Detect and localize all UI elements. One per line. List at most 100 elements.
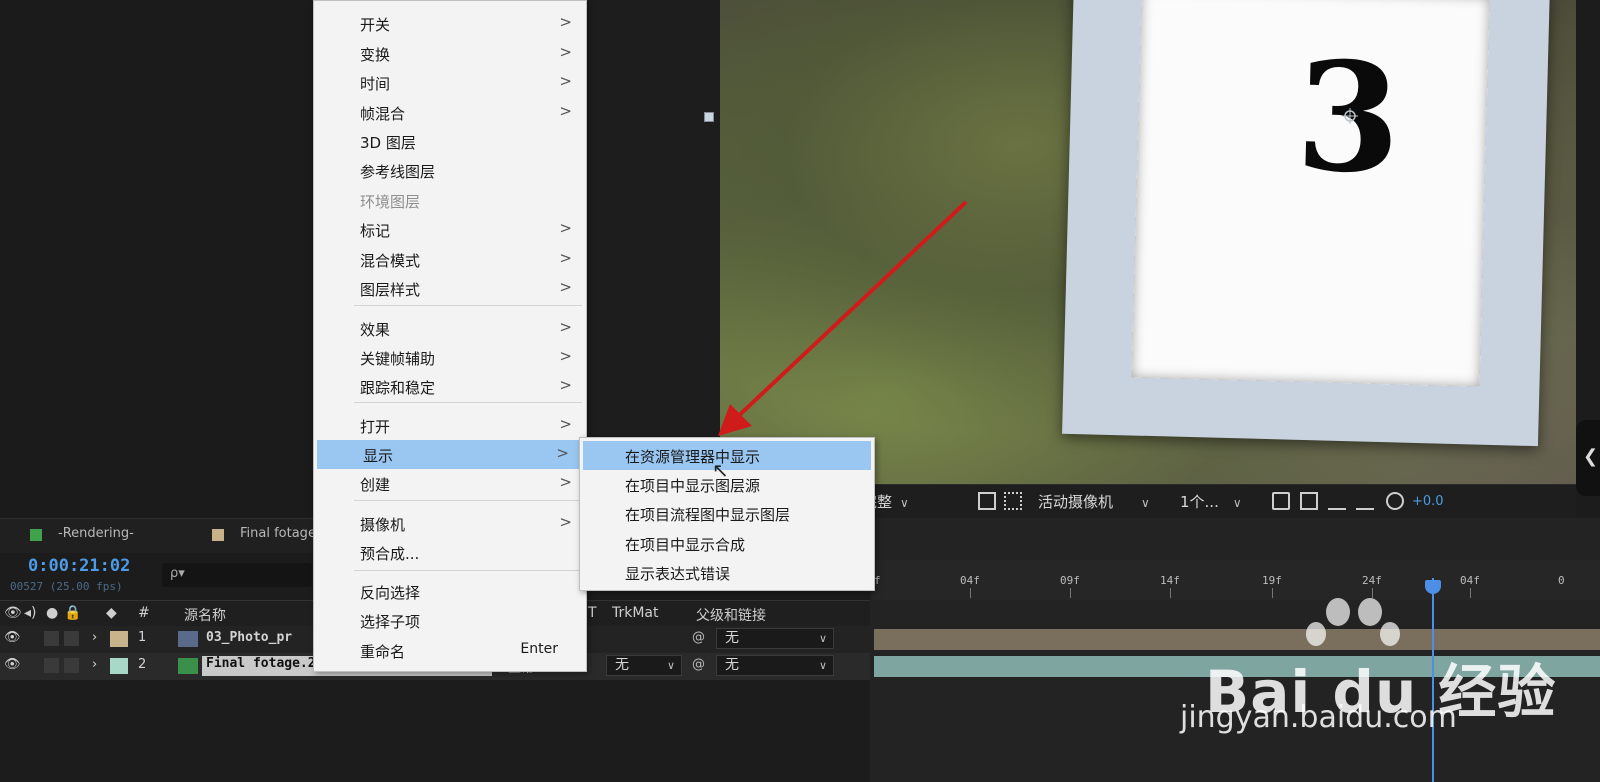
menu-item[interactable]: 3D 图层 [314,127,586,156]
solo-toggle[interactable] [44,631,59,646]
menu-item[interactable]: 跟踪和稳定 > [314,372,586,401]
menu-item[interactable]: 图层样式 > [314,274,586,303]
chevron-down-icon: ∨ [818,659,827,672]
menu-separator [354,570,582,571]
chevron-right-icon: > [559,102,572,120]
exposure-value[interactable]: +0.0 [1412,491,1444,513]
layer-label-color[interactable] [110,658,128,674]
tab-rendering[interactable]: -Rendering- [58,526,134,541]
layer-name[interactable]: 03_Photo_pr [206,630,292,645]
submenu-item-label: 在项目中显示图层源 [625,477,761,495]
annotation-arrow [718,200,968,436]
transform-handle[interactable] [704,112,714,122]
menu-item[interactable]: 帧混合 > [314,98,586,127]
menu-item[interactable]: 参考线图层 [314,156,586,185]
lock-toggle[interactable] [64,631,79,646]
views-select[interactable]: 1个... ∨ [1180,491,1242,513]
parent-column: 父级和链接 [696,608,766,624]
label-column-icon[interactable]: ◆ [106,605,117,621]
submenu-item[interactable]: 在项目流程图中显示图层 [580,499,874,528]
visibility-column-icon[interactable]: 👁 [4,605,22,621]
menu-item[interactable]: 效果 > [314,314,586,343]
search-icon: ρ▾ [170,566,185,581]
eye-icon[interactable]: 👁 [4,630,21,645]
menu-item[interactable]: 时间 > [314,68,586,97]
menu-item[interactable]: 关键帧辅助 > [314,343,586,372]
lock-toggle[interactable] [64,658,79,673]
chevron-right-icon: > [559,219,572,237]
image-layer-icon [178,631,198,647]
submenu-item-label: 在项目流程图中显示图层 [625,506,791,524]
transparency-grid-icon[interactable] [1004,492,1022,510]
chevron-down-icon: ∨ [900,496,909,510]
reset-exposure-icon[interactable] [1386,492,1404,510]
timeline-icon[interactable] [1328,492,1346,510]
region-of-interest-icon[interactable] [978,492,996,510]
chevron-right-icon: > [559,347,572,365]
menu-item[interactable]: 打开 > [314,411,586,440]
menu-item-label: 3D 图层 [360,134,416,152]
fast-previews-icon[interactable] [1300,492,1318,510]
trkmat-select[interactable]: 无 ∨ [606,655,682,676]
menu-item-label: 混合模式 [360,252,421,270]
panel-collapse-button[interactable]: ❮ [1576,420,1600,496]
menu-item[interactable]: 摄像机 > [314,509,586,538]
viewer-toolbar: 完整 ∨ 活动摄像机 ∨ 1个... ∨ +0.0 [860,484,1576,519]
chevron-right-icon: > [559,318,572,336]
context-menu: 开关 > 变换 > 时间 > 帧混合 >3D 图层 参考线图层 环境图层 标记 > 混合模式 > 图层样式 >… [313,0,587,672]
composition-layer-icon [178,658,198,674]
chevron-right-icon: > [556,444,569,462]
source-name-column[interactable]: 源名称 [184,605,226,625]
submenu-item[interactable]: 在项目中显示合成 [580,529,874,558]
flowchart-icon[interactable] [1356,492,1374,510]
menu-item-label: 打开 [360,418,391,436]
expand-chevron-icon[interactable]: › [92,657,97,672]
menu-item[interactable]: 创建 > [314,469,586,498]
menu-item[interactable]: 反向选择 [314,577,586,606]
chevron-down-icon: ∨ [818,632,827,645]
chevron-down-icon: ∨ [666,659,675,672]
number-column: # [138,605,150,621]
menu-item[interactable]: 标记 > [314,215,586,244]
expand-chevron-icon[interactable]: › [92,630,97,645]
parent-select[interactable]: 无 ∨ [716,628,834,649]
chevron-right-icon: > [559,72,572,90]
menu-item-label: 摄像机 [360,516,406,534]
trkmat-column: TrkMat [612,605,659,621]
menu-item[interactable]: 重命名 Enter [314,636,586,665]
current-time-display[interactable]: 0:00:21:02 [28,556,130,576]
solo-column-icon[interactable]: ● [46,605,58,621]
ruler-label: 09f [1060,574,1080,587]
menu-item-label: 帧混合 [360,105,406,123]
pickwhip-icon[interactable]: @ [692,630,705,645]
submenu-item[interactable]: 显示表达式错误 [580,558,874,587]
eye-icon[interactable]: 👁 [4,657,21,672]
watermark-url: jingyan.baidu.com [1180,700,1457,735]
menu-item-label: 开关 [360,16,391,34]
menu-item[interactable]: 显示 > [317,440,583,469]
camera-select[interactable]: 活动摄像机 ∨ [1038,491,1150,513]
chevron-right-icon: > [559,473,572,491]
tab-final-fotage[interactable]: Final fotage [240,526,316,541]
ruler-label: 0 [1558,574,1565,587]
menu-item[interactable]: 选择子项 [314,606,586,635]
menu-item[interactable]: 开关 > [314,9,586,38]
menu-item-label: 选择子项 [360,613,421,631]
menu-item-label: 重命名 [360,643,406,661]
menu-item[interactable]: 混合模式 > [314,245,586,274]
lock-column-icon[interactable]: 🔒 [64,605,81,621]
chevron-right-icon: > [559,278,572,296]
parent-select[interactable]: 无 ∨ [716,655,834,676]
menu-item[interactable]: 变换 > [314,39,586,68]
project-panel [0,0,318,520]
chevron-right-icon: > [559,376,572,394]
layer-search-input[interactable]: ρ▾ [162,563,312,587]
audio-column-icon[interactable]: ◂) [24,605,37,621]
ruler-label: 04f [1460,574,1480,587]
pickwhip-icon[interactable]: @ [692,657,705,672]
anchor-point-icon[interactable] [1342,108,1358,124]
solo-toggle[interactable] [44,658,59,673]
toggle-pixel-aspect-icon[interactable] [1272,492,1290,510]
menu-item[interactable]: 预合成... [314,538,586,567]
layer-label-color[interactable] [110,631,128,647]
